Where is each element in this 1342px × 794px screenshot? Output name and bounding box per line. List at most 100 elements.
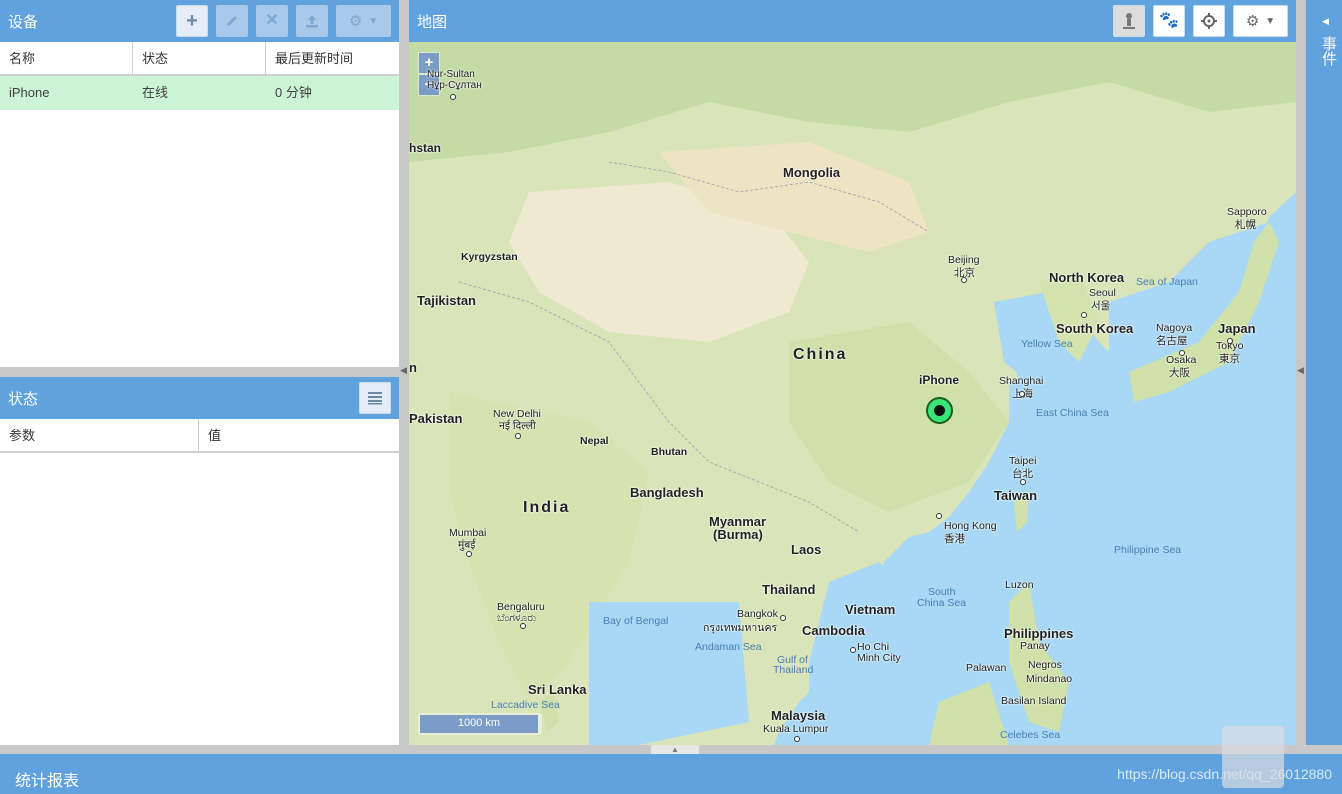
city-dot	[780, 615, 786, 621]
remove-device-button[interactable]: ✕	[256, 5, 288, 37]
events-collapsed-panel[interactable]: ◀ 事件	[1306, 0, 1342, 745]
map-label: Minh City	[857, 652, 901, 664]
status-grid-header: 参数 值	[0, 419, 399, 453]
reports-footer[interactable]: 统计报表 https://blog.csdn.net/qq_26012880	[0, 726, 1342, 794]
follow-button[interactable]: 🐾	[1153, 5, 1185, 37]
chevron-down-icon: ▼	[1265, 15, 1276, 27]
bottom-splitter[interactable]: ▲	[0, 745, 1342, 754]
city-dot	[520, 623, 526, 629]
column-header-parameter[interactable]: 参数	[0, 419, 199, 451]
column-header-last-update[interactable]: 最后更新时间	[266, 42, 399, 74]
collapse-left-icon[interactable]: ◀	[400, 365, 407, 376]
left-splitter[interactable]: ◀	[399, 0, 409, 745]
map-label: Negros	[1028, 659, 1062, 671]
map-label: 東京	[1219, 353, 1240, 365]
map-label: Vietnam	[845, 602, 896, 617]
map-label: 名古屋	[1156, 335, 1188, 347]
map-label: मुंबई	[458, 539, 476, 551]
column-header-value[interactable]: 值	[199, 419, 399, 451]
map-label: Andaman Sea	[695, 641, 762, 653]
city-dot	[794, 736, 800, 742]
upload-icon	[306, 15, 318, 28]
device-marker[interactable]	[926, 397, 953, 424]
right-splitter[interactable]: ◀	[1296, 0, 1306, 745]
map-label: ಬೆಂಗಳೂರು	[497, 612, 537, 624]
map-label: North Korea	[1049, 270, 1125, 285]
scale-label: 1000 km	[420, 715, 538, 733]
map-label: Philippine Sea	[1114, 544, 1182, 556]
status-config-button[interactable]	[359, 382, 391, 414]
map-label: Tajikistan	[417, 293, 477, 308]
map-label: South Korea	[1056, 321, 1134, 336]
map-label: Luzon	[1005, 579, 1034, 591]
map-label: Philippines	[1004, 626, 1074, 641]
column-header-name[interactable]: 名称	[0, 42, 133, 74]
command-device-button[interactable]	[296, 5, 328, 37]
map-label: Mindanao	[1026, 673, 1073, 685]
map-label: Thailand	[773, 664, 814, 676]
plus-icon: +	[186, 10, 198, 32]
city-dot	[1179, 350, 1185, 356]
chevron-down-icon: ▼	[368, 15, 379, 27]
map-label: Laos	[791, 542, 822, 557]
close-icon: ✕	[265, 12, 279, 29]
expand-bottom-icon[interactable]: ▲	[651, 745, 699, 754]
status-header: 状态	[0, 377, 399, 419]
expand-left-icon[interactable]: ◀	[1322, 16, 1329, 27]
locate-button[interactable]	[1193, 5, 1225, 37]
events-title: 事件	[1320, 36, 1337, 66]
city-dot	[450, 94, 456, 100]
device-name-cell: iPhone	[9, 85, 50, 100]
status-panel: 状态 参数 值	[0, 377, 399, 745]
collapse-right-icon[interactable]: ◀	[1297, 365, 1304, 376]
column-header-status[interactable]: 状态	[133, 42, 266, 74]
map-label: Japan	[1218, 321, 1256, 336]
devices-header: 设备 + ✕ ⚙ ▼	[0, 0, 399, 42]
map-label: Palawan	[966, 662, 1007, 674]
marker-center-icon	[934, 405, 945, 416]
map-label: China Sea	[917, 597, 967, 609]
map-label: Mongolia	[783, 165, 841, 180]
add-device-button[interactable]: +	[176, 5, 208, 37]
device-settings-button[interactable]: ⚙ ▼	[336, 5, 391, 37]
map-label: Nepal	[580, 435, 609, 447]
city-dot	[515, 433, 521, 439]
map-label: Нұр-Сұлтан	[427, 80, 482, 91]
crosshair-icon	[1201, 13, 1217, 29]
status-title: 状态	[8, 390, 39, 408]
map-label: n	[409, 360, 417, 375]
city-dot	[936, 513, 942, 519]
map-settings-button[interactable]: ⚙ ▼	[1233, 5, 1288, 37]
map-label: Kuala Lumpur	[763, 723, 829, 735]
map-label: Yellow Sea	[1021, 338, 1073, 350]
map-label: Basilan Island	[1001, 695, 1067, 707]
map-label: Taiwan	[994, 488, 1038, 503]
map-label: Pakistan	[409, 411, 463, 426]
map-header: 地图 🐾 ⚙ ▼	[409, 0, 1296, 42]
map-canvas[interactable]: + − Nur-Sultan Нұр-Сұлтан hstan Mongolia…	[409, 42, 1296, 745]
map-label: Malaysia	[771, 708, 826, 723]
map-label: 札幌	[1235, 219, 1256, 231]
map-title: 地图	[417, 13, 448, 31]
map-label: hstan	[409, 141, 442, 155]
edit-device-button[interactable]	[216, 5, 248, 37]
map-label: 서울	[1091, 300, 1111, 312]
list-icon	[368, 392, 382, 405]
map-label: China	[793, 346, 848, 363]
scale-bar: 1000 km	[418, 713, 542, 735]
paw-icon: 🐾	[1159, 12, 1179, 29]
devices-grid-header: 名称 状态 最后更新时间	[0, 42, 399, 76]
map-label: Thailand	[762, 582, 816, 597]
map-label: Sea of Japan	[1136, 276, 1198, 288]
table-row[interactable]: iPhone 在线 0 分钟	[0, 76, 399, 110]
person-pin-icon	[1123, 13, 1135, 29]
map-label: Bay of Bengal	[603, 615, 669, 627]
city-dot	[1227, 338, 1233, 344]
horizontal-splitter[interactable]	[0, 367, 399, 377]
reports-title: 统计报表	[15, 773, 80, 790]
city-dot	[466, 551, 472, 557]
city-dot	[1081, 312, 1087, 318]
city-dot	[961, 277, 967, 283]
map-label: Kyrgyzstan	[461, 251, 518, 263]
geofence-button[interactable]	[1113, 5, 1145, 37]
